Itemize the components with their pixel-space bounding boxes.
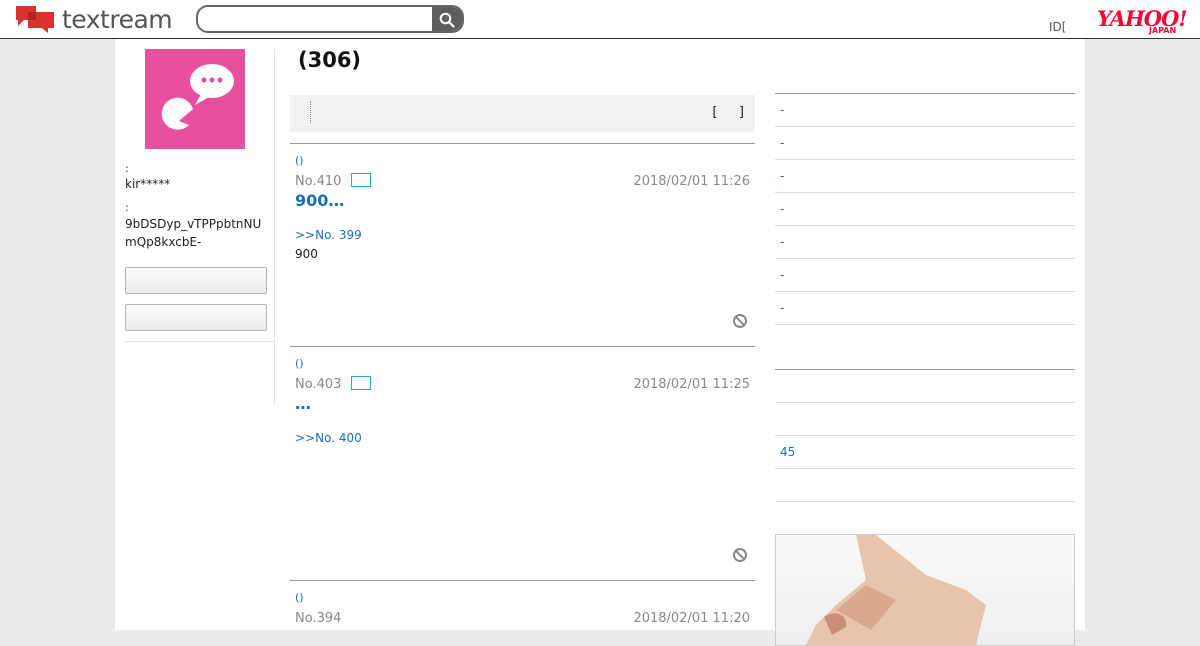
block-icon[interactable] xyxy=(732,547,748,563)
user-id-line-2: mQp8kxcbE- xyxy=(125,235,202,249)
search-icon xyxy=(439,12,455,28)
side-link[interactable] xyxy=(775,403,1075,436)
post-author[interactable]: () xyxy=(295,154,304,167)
sort-toggle[interactable]: [ ] xyxy=(712,105,745,120)
chat-bubbles-icon xyxy=(16,6,54,33)
post-body: 900 xyxy=(295,247,318,261)
search-input[interactable] xyxy=(206,10,430,30)
ad-image xyxy=(806,535,986,645)
post-number: No.410 xyxy=(295,174,342,189)
reply-link[interactable]: >>No. 400 xyxy=(295,431,362,445)
post-item: () No.394 2018/02/01 11:20 xyxy=(290,580,755,631)
user-id-line-1: 9bDSDyp_vTPPpbtnNU xyxy=(125,217,262,231)
post-badge xyxy=(351,376,371,390)
post-toolbar: [ ] xyxy=(290,95,755,132)
post-item: () No.403 2018/02/01 11:25 … >>No. 400 xyxy=(290,346,755,580)
post-title[interactable]: 900… xyxy=(295,191,344,210)
post-number: No.403 xyxy=(295,377,342,392)
side-link-list: - - - - - - - xyxy=(775,93,1075,325)
page-title: (306) xyxy=(298,48,362,72)
ad-banner[interactable] xyxy=(775,534,1075,646)
avatar[interactable] xyxy=(145,49,245,149)
logo-text: textream xyxy=(62,4,173,34)
post-item: () No.410 2018/02/01 11:26 900… >>No. 39… xyxy=(290,143,755,346)
search-button[interactable] xyxy=(432,7,462,31)
side-link[interactable]: - xyxy=(775,160,1075,193)
user-id-label: : xyxy=(125,201,129,214)
post-title[interactable]: … xyxy=(295,394,311,413)
main-container: : kir***** : 9bDSDyp_vTPPpbtnNU mQp8kxcb… xyxy=(115,39,1085,646)
side-link-list-2: 45 xyxy=(775,369,1075,502)
side-link[interactable]: - xyxy=(775,94,1075,127)
toolbar-separator xyxy=(310,101,311,123)
post-badge xyxy=(351,173,371,187)
top-header: textream ID[ YAHOO! JAPAN xyxy=(0,0,1200,39)
profile-button-2[interactable] xyxy=(125,304,267,331)
search-box xyxy=(196,5,464,33)
side-link[interactable]: - xyxy=(775,226,1075,259)
side-link[interactable]: 45 xyxy=(775,436,1075,469)
side-link[interactable]: - xyxy=(775,193,1075,226)
yahoo-japan-sublogo: JAPAN xyxy=(1149,26,1177,35)
column-divider xyxy=(274,49,275,404)
username: kir***** xyxy=(125,177,171,191)
post-number: No.394 xyxy=(295,611,342,626)
post-author[interactable]: () xyxy=(295,591,304,604)
side-link[interactable]: - xyxy=(775,259,1075,292)
post-date: 2018/02/01 11:25 xyxy=(633,377,750,392)
reply-link[interactable]: >>No. 399 xyxy=(295,228,362,242)
block-icon[interactable] xyxy=(732,313,748,329)
post-date: 2018/02/01 11:26 xyxy=(633,174,750,189)
id-link[interactable]: ID[ xyxy=(1049,20,1066,34)
username-label: : xyxy=(125,162,129,175)
textream-logo[interactable]: textream xyxy=(14,4,173,34)
side-link[interactable]: - xyxy=(775,292,1075,325)
side-link[interactable]: - xyxy=(775,127,1075,160)
post-author[interactable]: () xyxy=(295,357,304,370)
divider xyxy=(125,341,274,342)
profile-button-1[interactable] xyxy=(125,267,267,294)
speech-bubble-icon xyxy=(161,64,234,130)
side-link[interactable] xyxy=(775,370,1075,403)
side-link[interactable] xyxy=(775,469,1075,502)
post-date: 2018/02/01 11:20 xyxy=(633,611,750,626)
